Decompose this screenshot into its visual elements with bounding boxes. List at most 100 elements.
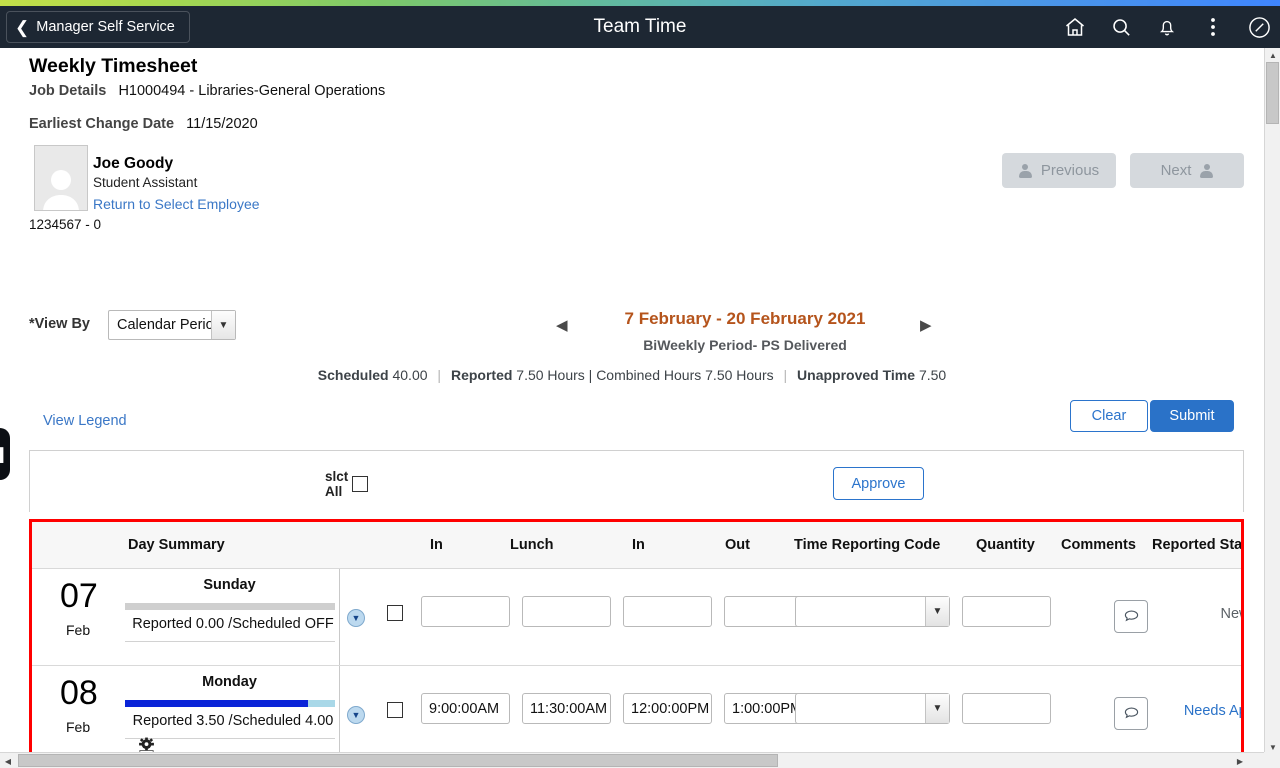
next-button-label: Next: [1160, 162, 1192, 179]
day-summary-text: Reported 3.50 /Scheduled 4.00: [132, 713, 334, 729]
view-by-select[interactable]: Calendar Period ▼: [108, 310, 236, 340]
employee-id: 1234567 - 0: [29, 217, 102, 232]
day-name: Monday: [202, 674, 257, 690]
home-icon[interactable]: [1062, 14, 1088, 40]
timesheet-grid: Day Summary In Lunch In Out Time Reporti…: [29, 519, 1244, 754]
person-icon: [1018, 163, 1032, 178]
totals-divider: |: [437, 367, 442, 383]
column-header-in-1: In: [430, 537, 443, 553]
in-2-field[interactable]: [623, 596, 712, 627]
column-header-quantity: Quantity: [976, 537, 1035, 553]
combined-hours-value: 7.50 Hours: [705, 367, 774, 383]
chevron-down-circle-icon[interactable]: ▼: [347, 609, 365, 627]
quantity-field[interactable]: [962, 596, 1051, 627]
reported-status-link[interactable]: Needs Approval: [1160, 703, 1241, 719]
unapproved-time-label: Unapproved Time: [797, 367, 916, 383]
notifications-bell-icon[interactable]: [1154, 14, 1180, 40]
vertical-scrollbar[interactable]: ▲ ▼: [1264, 48, 1280, 754]
clear-button[interactable]: Clear: [1070, 400, 1148, 432]
horizontal-scroll-thumb[interactable]: [18, 754, 778, 767]
in-1-field[interactable]: [421, 596, 510, 627]
day-month: Feb: [66, 622, 91, 638]
day-summary-cell: 08 Feb Monday Reported 3.50 /Scheduled 4…: [32, 666, 340, 754]
progress-fill: [125, 700, 308, 707]
view-legend-link[interactable]: View Legend: [43, 413, 127, 429]
earliest-change-date-label: Earliest Change Date: [29, 116, 175, 132]
select-all-control[interactable]: slct All: [325, 469, 369, 499]
chevron-down-icon: ▼: [211, 311, 235, 339]
quantity-field[interactable]: [962, 693, 1051, 724]
lunch-field[interactable]: 11:30:00AM: [522, 693, 611, 724]
avatar: [34, 145, 88, 211]
return-to-select-employee-link[interactable]: Return to Select Employee: [93, 196, 260, 212]
day-progress-bar: [125, 603, 335, 610]
job-details-value: H1000494 - Libraries-General Operations: [118, 83, 386, 99]
day-summary-cell: 07 Feb Sunday Reported 0.00 /Scheduled O…: [32, 569, 340, 665]
pause-bars-handle-icon: ▌▌: [0, 446, 8, 462]
progress-remainder: [307, 700, 335, 707]
chevron-down-icon: ▼: [925, 694, 949, 723]
timesheet-grid-header: Day Summary In Lunch In Out Time Reporti…: [32, 522, 1241, 569]
period-subtitle: BiWeekly Period- PS Delivered: [643, 337, 847, 353]
horizontal-scrollbar[interactable]: ◀ ▶: [0, 752, 1264, 768]
column-header-reported-status: Reported Statu: [1152, 537, 1243, 553]
job-details-label: Job Details: [29, 83, 107, 99]
submit-button[interactable]: Submit: [1150, 400, 1234, 432]
time-reporting-code-select[interactable]: ▼: [795, 693, 950, 724]
totals-summary-row: Scheduled 40.00 | Reported 7.50 Hours | …: [0, 367, 1264, 383]
previous-employee-button[interactable]: Previous: [1002, 153, 1116, 188]
in-1-field[interactable]: 9:00:00AM: [421, 693, 510, 724]
chevron-down-icon: ▼: [925, 597, 949, 626]
page-content: Weekly Timesheet Job Details H1000494 - …: [0, 48, 1264, 754]
top-navigation-bar: ❮ Manager Self Service Team Time: [0, 6, 1280, 48]
chevron-left-icon: ❮: [15, 17, 30, 37]
earliest-change-date-row: Earliest Change Date 11/15/2020: [29, 116, 258, 132]
period-range-label[interactable]: 7 February - 20 February 2021: [580, 309, 910, 329]
scroll-up-arrow-icon[interactable]: ▲: [1265, 48, 1280, 62]
table-row: 08 Feb Monday Reported 3.50 /Scheduled 4…: [32, 666, 1241, 754]
row-select-checkbox[interactable]: [387, 702, 403, 718]
lunch-field[interactable]: [522, 596, 611, 627]
day-progress-bar: [125, 700, 335, 707]
vertical-scroll-thumb[interactable]: [1266, 62, 1279, 124]
comments-button[interactable]: [1114, 697, 1148, 730]
day-name: Sunday: [203, 577, 256, 593]
job-details-row: Job Details H1000494 - Libraries-General…: [29, 83, 385, 99]
totals-divider-2: |: [783, 367, 788, 383]
view-by-label: *View By: [29, 316, 90, 332]
approve-button[interactable]: Approve: [833, 467, 924, 500]
scheduled-label: Scheduled: [317, 367, 389, 383]
in-2-field[interactable]: 12:00:00PM: [623, 693, 712, 724]
page-title: Weekly Timesheet: [29, 55, 198, 77]
reported-label: Reported: [450, 367, 513, 383]
earliest-change-date-value: 11/15/2020: [186, 116, 258, 132]
back-to-manager-self-service-button[interactable]: ❮ Manager Self Service: [6, 11, 190, 43]
nav-icon-group: [1062, 6, 1272, 48]
view-by-selected-value: Calendar Period: [117, 317, 222, 333]
row-select-checkbox[interactable]: [387, 605, 403, 621]
select-all-checkbox[interactable]: [352, 476, 369, 492]
comments-button[interactable]: [1114, 600, 1148, 633]
day-divider: [125, 641, 335, 642]
search-icon[interactable]: [1108, 14, 1134, 40]
user-avatar-icon: [43, 170, 79, 210]
day-number: 08: [60, 674, 98, 712]
column-header-out: Out: [725, 537, 750, 553]
next-employee-button[interactable]: Next: [1130, 153, 1244, 188]
comment-bubble-icon: [1124, 707, 1138, 719]
time-reporting-code-select[interactable]: ▼: [795, 596, 950, 627]
chevron-down-circle-icon[interactable]: ▼: [347, 706, 365, 724]
actions-kebab-icon[interactable]: [1200, 14, 1226, 40]
sidebar-toggle-handle[interactable]: ▌▌: [0, 428, 10, 480]
scroll-right-arrow-icon[interactable]: ▶: [1232, 753, 1248, 768]
previous-period-button[interactable]: ◀: [556, 316, 568, 334]
scroll-left-arrow-icon[interactable]: ◀: [0, 753, 16, 768]
app-root: ❮ Manager Self Service Team Time Weekly …: [0, 0, 1280, 768]
scrollbar-corner: [1264, 752, 1280, 768]
day-number: 07: [60, 577, 98, 615]
next-period-button[interactable]: ▶: [920, 316, 932, 334]
day-month: Feb: [66, 719, 91, 735]
nav-compass-icon[interactable]: [1246, 14, 1272, 40]
day-summary-text: Reported 0.00 /Scheduled OFF: [132, 616, 334, 632]
column-header-day-summary: Day Summary: [128, 537, 225, 553]
